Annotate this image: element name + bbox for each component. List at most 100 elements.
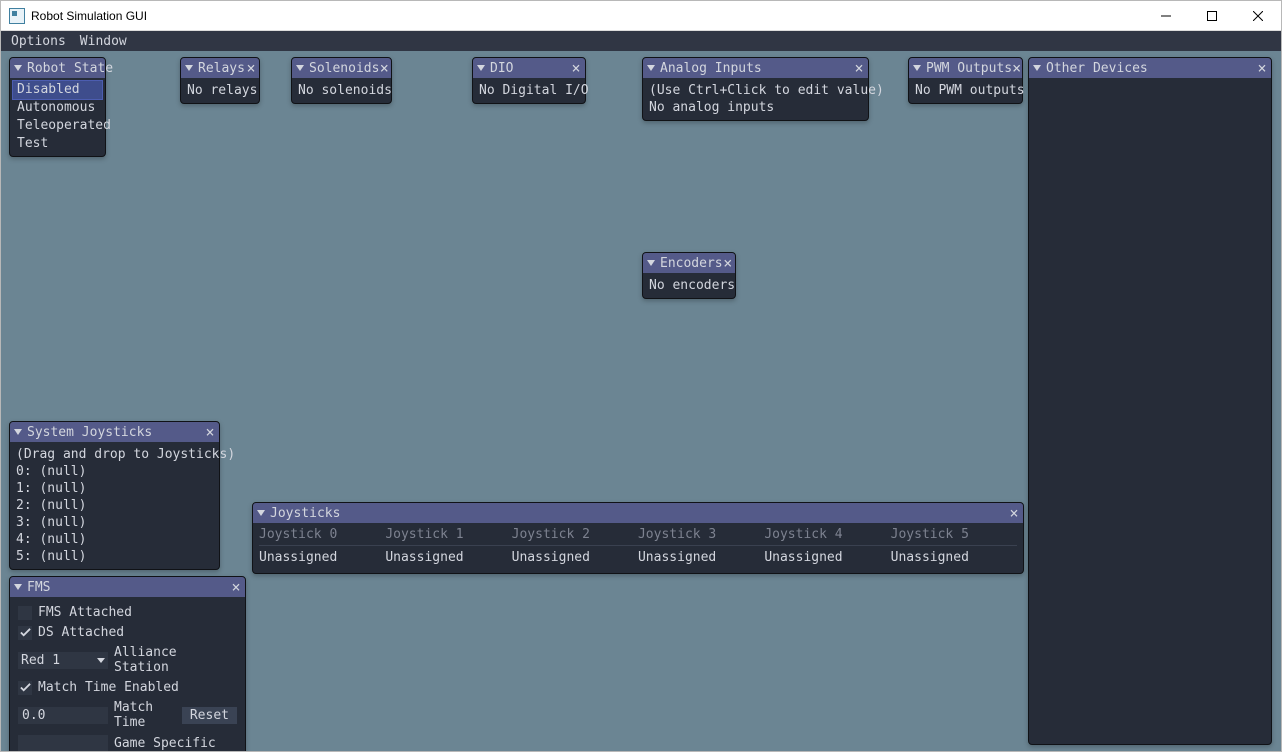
collapse-icon[interactable] <box>14 584 22 590</box>
collapse-icon[interactable] <box>185 65 193 71</box>
alliance-station-label: Alliance Station <box>114 645 237 675</box>
close-icon[interactable]: × <box>852 61 866 75</box>
menu-options[interactable]: Options <box>11 34 66 49</box>
solenoids-body: No solenoids <box>298 82 385 99</box>
collapse-icon[interactable] <box>14 429 22 435</box>
panel-titlebar[interactable]: Solenoids × <box>292 58 391 78</box>
reset-button[interactable]: Reset <box>182 707 237 724</box>
panel-title: Solenoids <box>309 61 379 76</box>
collapse-icon[interactable] <box>14 65 22 71</box>
sys-joy-hint: (Drag and drop to Joysticks) <box>16 446 213 463</box>
close-icon[interactable]: × <box>723 256 733 270</box>
joystick-value: Unassigned <box>512 550 638 565</box>
joystick-header: Joystick 4 <box>764 527 890 546</box>
robot-state-disabled[interactable]: Disabled <box>13 81 102 99</box>
pwm-body: No PWM outputs <box>915 82 1016 99</box>
robot-state-teleoperated[interactable]: Teleoperated <box>13 117 102 135</box>
panel-title: Robot State <box>27 61 113 76</box>
joystick-header: Joystick 2 <box>512 527 638 546</box>
panel-titlebar[interactable]: DIO × <box>473 58 585 78</box>
panel-analog-inputs[interactable]: Analog Inputs × (Use Ctrl+Click to edit … <box>642 57 869 121</box>
window-controls <box>1143 1 1281 30</box>
analog-body: No analog inputs <box>649 99 862 116</box>
panel-other-devices[interactable]: Other Devices × <box>1028 57 1272 745</box>
panel-titlebar[interactable]: System Joysticks × <box>10 422 219 442</box>
close-icon[interactable]: × <box>569 61 583 75</box>
collapse-icon[interactable] <box>296 65 304 71</box>
panel-encoders[interactable]: Encoders × No encoders <box>642 252 736 299</box>
panel-title: PWM Outputs <box>926 61 1012 76</box>
menu-window[interactable]: Window <box>80 34 127 49</box>
list-item[interactable]: 0: (null) <box>16 463 213 480</box>
joystick-header: Joystick 1 <box>385 527 511 546</box>
joystick-col[interactable]: Joystick 0 Unassigned <box>259 527 385 565</box>
joystick-header: Joystick 5 <box>891 527 1017 546</box>
dio-body: No Digital I/O <box>479 82 579 99</box>
robot-state-autonomous[interactable]: Autonomous <box>13 99 102 117</box>
alliance-station-select[interactable]: Red 1 <box>18 652 108 669</box>
panel-pwm-outputs[interactable]: PWM Outputs × No PWM outputs <box>908 57 1023 104</box>
panel-titlebar[interactable]: Analog Inputs × <box>643 58 868 78</box>
window-maximize-button[interactable] <box>1189 1 1235 30</box>
app-icon <box>9 8 25 24</box>
ds-attached-checkbox[interactable]: DS Attached <box>18 625 124 640</box>
joystick-header: Joystick 0 <box>259 527 385 546</box>
checkbox-icon <box>18 681 32 695</box>
game-specific-label: Game Specific <box>114 736 216 751</box>
panel-dio[interactable]: DIO × No Digital I/O <box>472 57 586 104</box>
list-item[interactable]: 5: (null) <box>16 548 213 565</box>
collapse-icon[interactable] <box>913 65 921 71</box>
joystick-value: Unassigned <box>638 550 764 565</box>
game-specific-input[interactable] <box>18 735 108 751</box>
close-icon[interactable]: × <box>1012 61 1021 75</box>
panel-robot-state[interactable]: Robot State Disabled Autonomous Teleoper… <box>9 57 106 157</box>
collapse-icon[interactable] <box>257 510 265 516</box>
relays-body: No relays <box>187 82 253 99</box>
panel-system-joysticks[interactable]: System Joysticks × (Drag and drop to Joy… <box>9 421 220 570</box>
robot-state-test[interactable]: Test <box>13 135 102 153</box>
close-icon[interactable]: × <box>245 61 257 75</box>
list-item[interactable]: 3: (null) <box>16 514 213 531</box>
panel-titlebar[interactable]: PWM Outputs × <box>909 58 1022 78</box>
window-minimize-button[interactable] <box>1143 1 1189 30</box>
joystick-col[interactable]: Joystick 4 Unassigned <box>764 527 890 565</box>
panel-solenoids[interactable]: Solenoids × No solenoids <box>291 57 392 104</box>
joystick-header: Joystick 3 <box>638 527 764 546</box>
collapse-icon[interactable] <box>1033 65 1041 71</box>
panel-titlebar[interactable]: Other Devices × <box>1029 58 1271 78</box>
match-time-input[interactable] <box>18 707 108 724</box>
joystick-col[interactable]: Joystick 3 Unassigned <box>638 527 764 565</box>
checkbox-icon <box>18 626 32 640</box>
joystick-col[interactable]: Joystick 2 Unassigned <box>512 527 638 565</box>
list-item[interactable]: 4: (null) <box>16 531 213 548</box>
close-icon[interactable]: × <box>1007 506 1021 520</box>
collapse-icon[interactable] <box>477 65 485 71</box>
fms-attached-checkbox[interactable]: FMS Attached <box>18 605 132 620</box>
workspace: Robot State Disabled Autonomous Teleoper… <box>1 51 1281 751</box>
panel-titlebar[interactable]: FMS × <box>10 577 245 597</box>
panel-titlebar[interactable]: Encoders × <box>643 253 735 273</box>
match-time-enabled-checkbox[interactable]: Match Time Enabled <box>18 680 179 695</box>
joystick-col[interactable]: Joystick 5 Unassigned <box>891 527 1017 565</box>
list-item[interactable]: 1: (null) <box>16 480 213 497</box>
panel-titlebar[interactable]: Robot State <box>10 58 105 78</box>
panel-fms[interactable]: FMS × FMS Attached DS Attached <box>9 576 246 751</box>
encoders-body: No encoders <box>649 277 729 294</box>
close-icon[interactable]: × <box>379 61 389 75</box>
panel-relays[interactable]: Relays × No relays <box>180 57 260 104</box>
close-icon[interactable]: × <box>203 425 217 439</box>
list-item[interactable]: 2: (null) <box>16 497 213 514</box>
close-icon[interactable]: × <box>229 580 243 594</box>
panel-titlebar[interactable]: Joysticks × <box>253 503 1023 523</box>
collapse-icon[interactable] <box>647 260 655 266</box>
joystick-col[interactable]: Joystick 1 Unassigned <box>385 527 511 565</box>
panel-title: Analog Inputs <box>660 61 852 76</box>
close-icon[interactable]: × <box>1255 61 1269 75</box>
panel-title: DIO <box>490 61 569 76</box>
joystick-value: Unassigned <box>891 550 1017 565</box>
panel-titlebar[interactable]: Relays × <box>181 58 259 78</box>
window-close-button[interactable] <box>1235 1 1281 30</box>
collapse-icon[interactable] <box>647 65 655 71</box>
panel-joysticks[interactable]: Joysticks × Joystick 0 Unassigned Joysti… <box>252 502 1024 574</box>
checkbox-icon <box>18 606 32 620</box>
